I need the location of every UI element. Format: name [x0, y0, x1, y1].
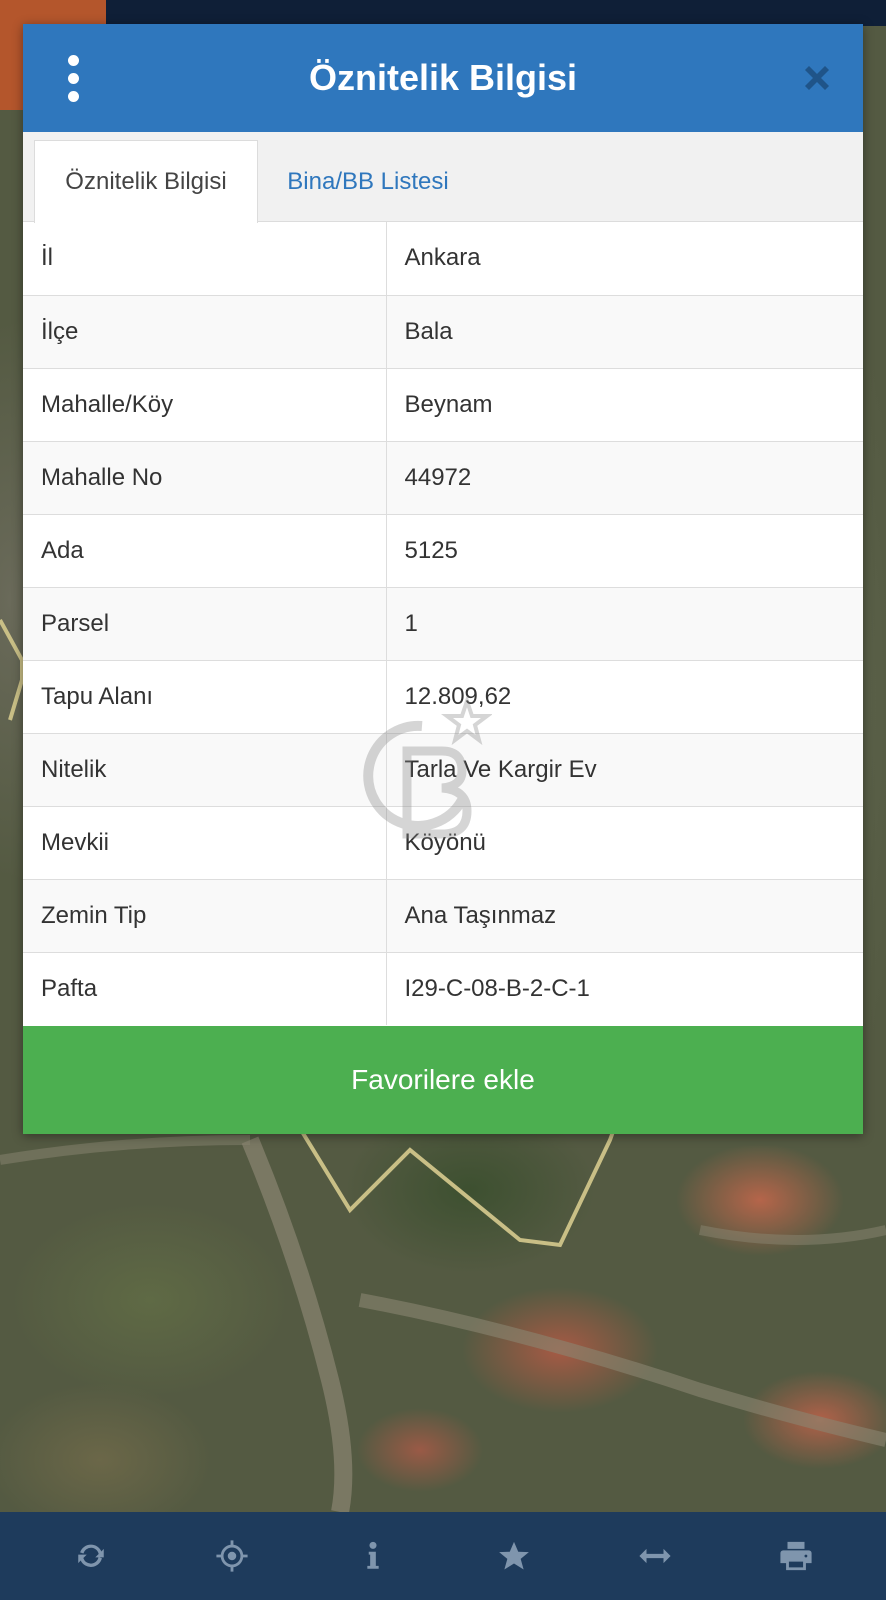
row-value: 5125: [386, 513, 863, 587]
refresh-icon: [77, 1544, 104, 1567]
row-value: 1: [386, 586, 863, 660]
info-icon: [366, 1541, 379, 1569]
row-key: Zemin Tip: [23, 878, 387, 952]
table-row: Mevkii Köyönü: [23, 805, 863, 879]
row-value: Ankara: [404, 244, 481, 272]
more-vertical-icon: [67, 54, 79, 66]
add-to-favorites-button[interactable]: Favorilere ekle: [23, 1026, 863, 1134]
locate-icon: [215, 1540, 248, 1572]
table-row: Tapu Alanı 12.809,62: [23, 659, 863, 733]
row-value: Bala: [386, 294, 863, 368]
star-icon: [498, 1541, 529, 1570]
row-key: Tapu Alanı: [23, 659, 387, 733]
print-icon: [779, 1541, 812, 1571]
table-row: Mahalle No 44972: [23, 440, 863, 514]
row-value: 12.809,62: [386, 659, 863, 733]
row-value: Ana Taşınmaz: [386, 878, 863, 952]
row-key: Pafta: [23, 951, 387, 1025]
row-value: I29-C-08-B-2-C-1: [386, 951, 863, 1025]
info-button[interactable]: [343, 1526, 403, 1586]
more-menu-button[interactable]: [53, 50, 93, 106]
print-button[interactable]: [766, 1526, 826, 1586]
table-row: İl Ankara: [23, 222, 863, 295]
favorites-button[interactable]: [484, 1526, 544, 1586]
dialog-title: Öznitelik Bilgisi: [308, 57, 578, 98]
locate-button[interactable]: [202, 1526, 262, 1586]
close-icon: [805, 66, 829, 90]
close-button[interactable]: [797, 58, 837, 98]
row-value: Beynam: [386, 367, 863, 441]
row-key: İl: [23, 222, 387, 295]
table-row: Pafta I29-C-08-B-2-C-1: [23, 951, 863, 1025]
measure-button[interactable]: [625, 1526, 685, 1586]
row-value: Tarla Ve Kargir Ev: [386, 732, 863, 806]
row-key: Mahalle No: [23, 440, 387, 514]
tab-bar: Öznitelik Bilgisi Bina/BB Listesi: [23, 132, 863, 223]
row-key: Parsel: [23, 586, 387, 660]
table-row: İlçe Bala: [23, 294, 863, 368]
table-row: Ada 5125: [23, 513, 863, 587]
table-row: Nitelik Tarla Ve Kargir Ev: [23, 732, 863, 806]
row-key: Ada: [23, 513, 387, 587]
row-value: 44972: [386, 440, 863, 514]
row-key: İlçe: [23, 294, 387, 368]
attribute-table: İl Ankara İlçe Bala Mahalle/Köy Beynam Maha…: [23, 222, 863, 1025]
refresh-button[interactable]: [61, 1526, 121, 1586]
row-value: Köyönü: [386, 805, 863, 879]
table-row: Mahalle/Köy Beynam: [23, 367, 863, 441]
measure-icon: [638, 1548, 671, 1564]
table-row: Zemin Tip Ana Taşınmaz: [23, 878, 863, 952]
row-key: Mahalle/Köy: [23, 367, 387, 441]
table-row: Parsel 1: [23, 586, 863, 660]
dialog-header: Öznitelik Bilgisi: [23, 24, 863, 132]
tab-building-list[interactable]: Bina/BB Listesi: [268, 140, 468, 223]
row-key: Nitelik: [23, 732, 387, 806]
attribute-dialog: Öznitelik Bilgisi Öznitelik Bilgisi Bina…: [23, 24, 863, 1134]
row-key: Mevkii: [23, 805, 387, 879]
bottom-toolbar: [0, 1512, 886, 1600]
tab-attribute-info[interactable]: Öznitelik Bilgisi: [34, 140, 258, 223]
